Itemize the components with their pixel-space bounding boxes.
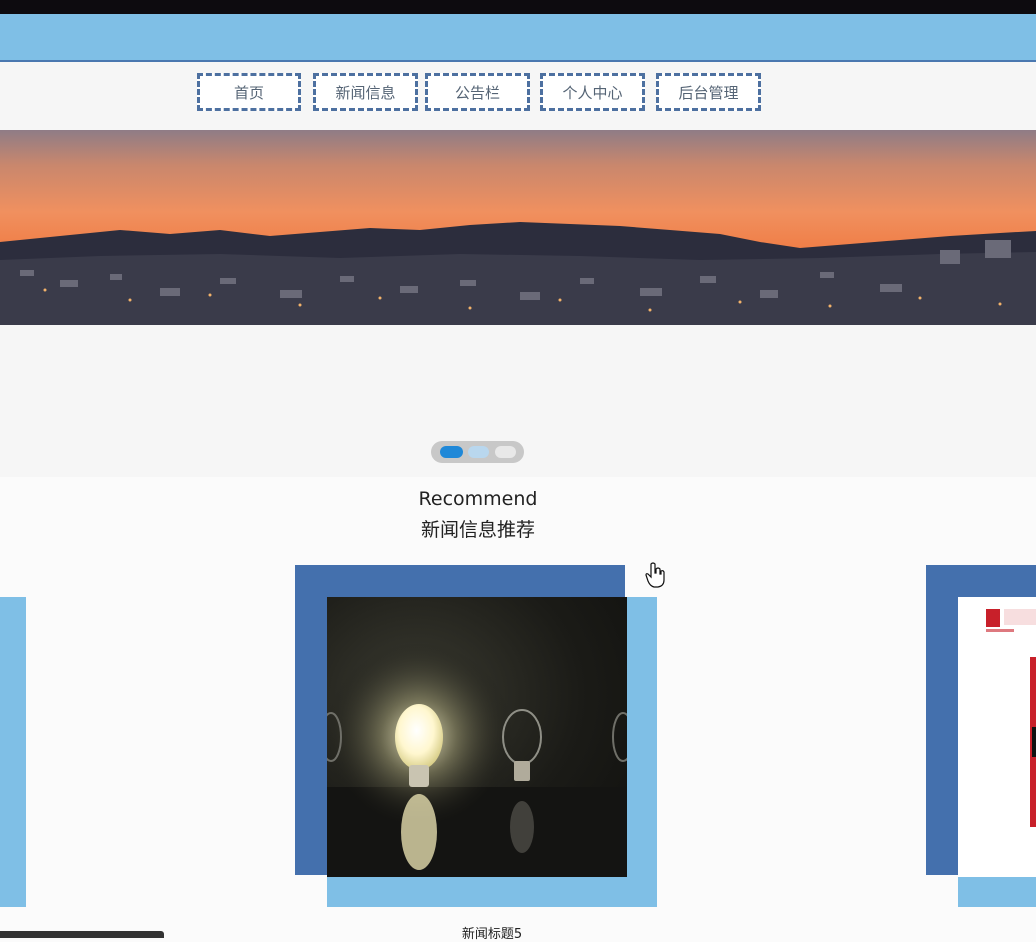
carousel-dot-1[interactable] [440,446,463,458]
news-card-left-partial[interactable] [0,597,26,907]
carousel-dot-2[interactable] [468,446,489,458]
news-card-title[interactable]: 新闻标题5 [412,923,572,942]
header-band [0,14,1036,62]
section-title-en: Recommend [418,488,538,510]
carousel-banner-image[interactable] [0,130,1036,325]
nav-item-personal-center[interactable]: 个人中心 [540,73,645,111]
news-card-right-image[interactable] [958,597,1036,877]
carousel-dot-3[interactable] [495,446,516,458]
nav-item-home[interactable]: 首页 [197,73,301,111]
section-title-zh: 新闻信息推荐 [420,519,535,541]
nav-item-news[interactable]: 新闻信息 [313,73,418,111]
nav-item-admin[interactable]: 后台管理 [656,73,761,111]
news-card-image-lightbulbs[interactable] [327,597,627,877]
bottom-toolbar-tab[interactable] [0,931,164,938]
carousel-pagination [431,441,524,463]
nav-item-notice-board[interactable]: 公告栏 [425,73,530,111]
hand-cursor-icon [645,562,665,592]
window-top-bar [0,0,1036,14]
